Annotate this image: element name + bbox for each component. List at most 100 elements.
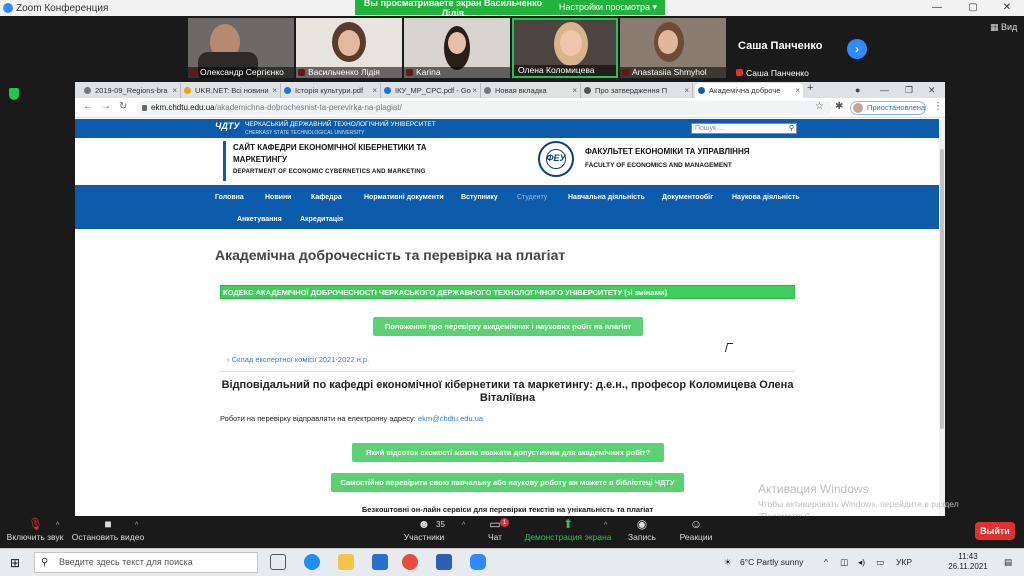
star-icon[interactable]: ☆ <box>815 101 824 112</box>
minimize-icon[interactable]: — <box>920 0 954 16</box>
browser-tab[interactable]: Про затвердження П × <box>581 83 693 98</box>
restore-icon[interactable]: ❐ <box>905 82 913 98</box>
tab-close-icon[interactable]: × <box>372 83 377 98</box>
menu-item-science[interactable]: Наукова діяльність <box>732 194 800 201</box>
forward-icon[interactable]: → <box>101 101 111 112</box>
file-explorer-icon[interactable] <box>338 554 354 570</box>
chevron-up-icon[interactable]: ^ <box>135 522 138 529</box>
minimize-icon[interactable]: — <box>880 82 889 98</box>
tray-chevron-icon[interactable]: ^ <box>824 557 828 567</box>
browser-tab[interactable]: Новая вкладка × <box>481 83 581 98</box>
mail-icon[interactable] <box>372 554 388 570</box>
menu-item-applicant[interactable]: Вступнику <box>461 194 498 201</box>
page-scrollbar[interactable] <box>939 119 945 516</box>
browser-tab[interactable]: Історія культури.pdf × <box>281 83 381 98</box>
tab-close-icon[interactable]: × <box>795 83 800 98</box>
participant-tile[interactable]: Karina <box>404 18 510 78</box>
menu-item-department[interactable]: Кафедра <box>311 194 342 201</box>
favicon-icon <box>84 87 91 94</box>
chevron-up-icon[interactable]: ^ <box>462 522 465 529</box>
close-icon[interactable]: ✕ <box>928 82 936 98</box>
university-logo: ЧДТУ <box>215 121 240 131</box>
menu-item-docflow[interactable]: Документообіг <box>662 194 713 201</box>
tab-close-icon[interactable]: × <box>272 83 277 98</box>
participant-tile[interactable]: Васильченко Лідія <box>296 18 402 78</box>
web-page: ЧДТУ ЧЕРКАСЬКИЙ ДЕРЖАВНИЙ ТЕХНОЛОГІЧНИЙ … <box>75 119 945 516</box>
browser-tab[interactable]: ІКУ_МР_СРС.pdf - Go × <box>381 83 481 98</box>
participant-tile-active-speaker[interactable]: Олена Коломицева <box>512 18 618 78</box>
email-link[interactable]: ekm@chdtu.edu.ua <box>418 414 483 423</box>
similarity-percent-button[interactable]: Який відсоток схожості можна вважати доп… <box>352 443 664 462</box>
avatar <box>853 103 863 113</box>
menu-item-home[interactable]: Головна <box>215 194 244 201</box>
next-page-icon[interactable]: › <box>847 39 867 59</box>
taskbar-clock[interactable]: 11:43 26.11.2021 <box>944 552 992 572</box>
plagiarism-regulation-button[interactable]: Положення про перевірку академічних і на… <box>373 317 643 336</box>
integrity-code-link[interactable]: КОДЕКС АКАДЕМІЧНОЇ ДОБРОЧЕСНОСТІ ЧЕРКАСЬ… <box>220 285 795 299</box>
battery-icon[interactable]: ▭ <box>876 557 884 568</box>
windows-start-icon[interactable]: ⊞ <box>10 557 22 569</box>
header-divider <box>223 141 226 181</box>
back-icon[interactable]: ← <box>83 101 93 112</box>
menu-item-accreditation[interactable]: Акредитація <box>300 216 343 223</box>
participant-tile[interactable]: Олександр Сергієнко <box>188 18 294 78</box>
tab-close-icon[interactable]: × <box>472 83 477 98</box>
menu-icon[interactable]: ⋮ <box>933 101 943 112</box>
browser-tab-active[interactable]: Академічна доброче × <box>695 83 803 98</box>
browser-tab[interactable]: UKR.NET: Всі новини × <box>181 83 281 98</box>
page-content: Академічна доброчесність та перевірка на… <box>75 229 940 516</box>
word-icon[interactable] <box>436 554 452 570</box>
chrome-icon[interactable] <box>402 554 418 570</box>
security-shield-icon[interactable] <box>9 88 19 100</box>
menu-item-documents[interactable]: Нормативні документи <box>364 194 444 201</box>
share-screen-button[interactable]: ⬆ Демонстрация экрана <box>524 518 612 542</box>
record-icon[interactable]: ● <box>855 82 860 98</box>
chevron-up-icon[interactable]: ^ <box>56 522 59 529</box>
leave-meeting-button[interactable]: Выйти <box>975 522 1015 540</box>
reactions-button[interactable]: ☺ Реакции <box>672 518 720 542</box>
site-search-input[interactable]: Пошук ... ⚲ <box>691 123 797 134</box>
url-path: /akademichna-dobrochesnist-ta-perevirka-… <box>214 103 402 112</box>
department-title[interactable]: САЙТ КАФЕДРИ ЕКОНОМІЧНОЇ КІБЕРНЕТИКИ ТА … <box>233 142 433 178</box>
faculty-title[interactable]: ФАКУЛЬТЕТ ЕКОНОМІКИ ТА УПРАВЛІННЯ FACULT… <box>585 145 749 173</box>
chevron-up-icon[interactable]: ^ <box>604 522 607 529</box>
taskbar-search-input[interactable]: ⚲ Введите здесь текст для поиска <box>34 552 258 573</box>
menu-item-survey[interactable]: Анкетування <box>237 216 282 223</box>
volume-icon[interactable]: ◂) <box>858 557 865 568</box>
record-button[interactable]: ◉ Запись <box>622 518 662 542</box>
weather-text[interactable]: 6°C Partly sunny <box>740 557 803 567</box>
view-button[interactable]: ▦ Вид <box>990 22 1017 33</box>
tab-close-icon[interactable]: × <box>684 83 689 98</box>
participant-tile-no-video[interactable]: Саша Панченко Саша Панченко <box>734 18 840 78</box>
close-icon[interactable]: ✕ <box>990 0 1024 16</box>
edge-icon[interactable] <box>304 554 320 570</box>
network-icon[interactable]: ◫ <box>840 557 848 568</box>
tab-close-icon[interactable]: × <box>572 83 577 98</box>
library-check-button[interactable]: Самостійно перевірити свою навчальну або… <box>331 473 684 492</box>
tab-close-icon[interactable]: × <box>172 83 177 98</box>
view-options-button[interactable]: Настройки просмотра ▾ <box>551 2 665 13</box>
lock-icon <box>142 105 147 111</box>
language-indicator[interactable]: УКР <box>896 557 912 567</box>
maximize-icon[interactable]: ▢ <box>956 0 990 16</box>
notifications-icon[interactable]: ▤ <box>1004 557 1012 568</box>
search-icon[interactable]: ⚲ <box>789 124 794 133</box>
scrollbar-thumb[interactable] <box>940 149 944 429</box>
record-icon: ◉ <box>636 517 648 531</box>
profile-button[interactable]: Приостановлена <box>850 101 926 115</box>
menu-item-teaching[interactable]: Навчальна діяльність <box>568 194 645 201</box>
reload-icon[interactable]: ↻ <box>119 101 127 112</box>
zoom-app-icon[interactable] <box>470 554 486 570</box>
new-tab-icon[interactable]: + <box>807 82 813 94</box>
participant-tile[interactable]: Anastasiia Shmyhol <box>620 18 726 78</box>
participant-video <box>658 30 678 54</box>
extensions-icon[interactable]: ✱ <box>835 101 843 112</box>
weather-icon[interactable]: ☀ <box>724 557 732 568</box>
browser-tab[interactable]: 2019-09_Regions-bra × <box>81 83 181 98</box>
menu-item-student[interactable]: Студенту <box>517 194 547 201</box>
task-view-icon[interactable] <box>270 554 286 570</box>
menu-item-news[interactable]: Новини <box>265 194 291 201</box>
zoom-window-title: Zoom Конференция <box>16 2 109 14</box>
expert-commission-link[interactable]: › Склад експертної комісії 2021-2022 н.р… <box>227 355 369 364</box>
url-input[interactable]: ekm.chdtu.edu.ua/akademichna-dobrochesni… <box>137 101 832 115</box>
